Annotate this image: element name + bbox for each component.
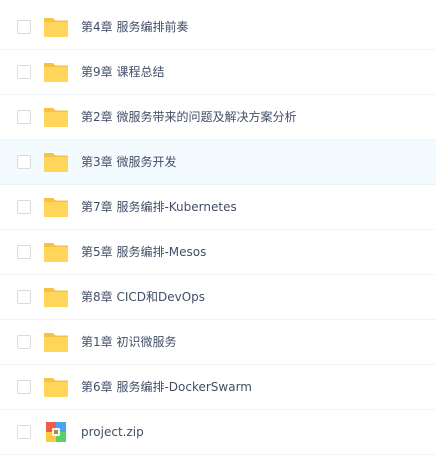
select-checkbox[interactable]: [17, 20, 31, 34]
folder-icon: [42, 193, 70, 221]
select-checkbox[interactable]: [17, 65, 31, 79]
file-row[interactable]: 第1章 初识微服务: [0, 320, 436, 365]
file-row[interactable]: 第8章 CICD和DevOps: [0, 275, 436, 320]
file-name[interactable]: 第3章 微服务开发: [81, 154, 176, 170]
folder-icon: [42, 103, 70, 131]
select-checkbox[interactable]: [17, 155, 31, 169]
select-checkbox[interactable]: [17, 245, 31, 259]
file-name[interactable]: 第9章 课程总结: [81, 64, 164, 80]
file-row[interactable]: 第5章 服务编排-Mesos: [0, 230, 436, 275]
file-name[interactable]: 第2章 微服务带来的问题及解决方案分析: [81, 109, 296, 125]
folder-icon: [42, 58, 70, 86]
file-name[interactable]: project.zip: [81, 424, 144, 440]
file-row[interactable]: 第2章 微服务带来的问题及解决方案分析: [0, 95, 436, 140]
file-name[interactable]: 第1章 初识微服务: [81, 334, 176, 350]
folder-icon: [42, 238, 70, 266]
file-name[interactable]: 第4章 服务编排前奏: [81, 19, 188, 35]
file-row[interactable]: 第6章 服务编排-DockerSwarm: [0, 365, 436, 410]
file-list: 第4章 服务编排前奏 第9章 课程总结 第2章 微服务带来的问题及解决方案分析 …: [0, 5, 436, 455]
select-checkbox[interactable]: [17, 425, 31, 439]
zip-archive-icon: [42, 418, 70, 446]
select-checkbox[interactable]: [17, 335, 31, 349]
folder-icon: [42, 373, 70, 401]
file-name[interactable]: 第5章 服务编排-Mesos: [81, 244, 206, 260]
folder-icon: [42, 13, 70, 41]
folder-icon: [42, 148, 70, 176]
file-row[interactable]: 第7章 服务编排-Kubernetes: [0, 185, 436, 230]
file-name[interactable]: 第6章 服务编排-DockerSwarm: [81, 379, 252, 395]
select-checkbox[interactable]: [17, 290, 31, 304]
file-row[interactable]: 第3章 微服务开发: [0, 140, 436, 185]
select-checkbox[interactable]: [17, 200, 31, 214]
file-name[interactable]: 第8章 CICD和DevOps: [81, 289, 205, 305]
folder-icon: [42, 328, 70, 356]
file-row[interactable]: 第9章 课程总结: [0, 50, 436, 95]
select-checkbox[interactable]: [17, 110, 31, 124]
folder-icon: [42, 283, 70, 311]
select-checkbox[interactable]: [17, 380, 31, 394]
file-name[interactable]: 第7章 服务编排-Kubernetes: [81, 199, 237, 215]
file-row[interactable]: project.zip: [0, 410, 436, 455]
file-row[interactable]: 第4章 服务编排前奏: [0, 5, 436, 50]
